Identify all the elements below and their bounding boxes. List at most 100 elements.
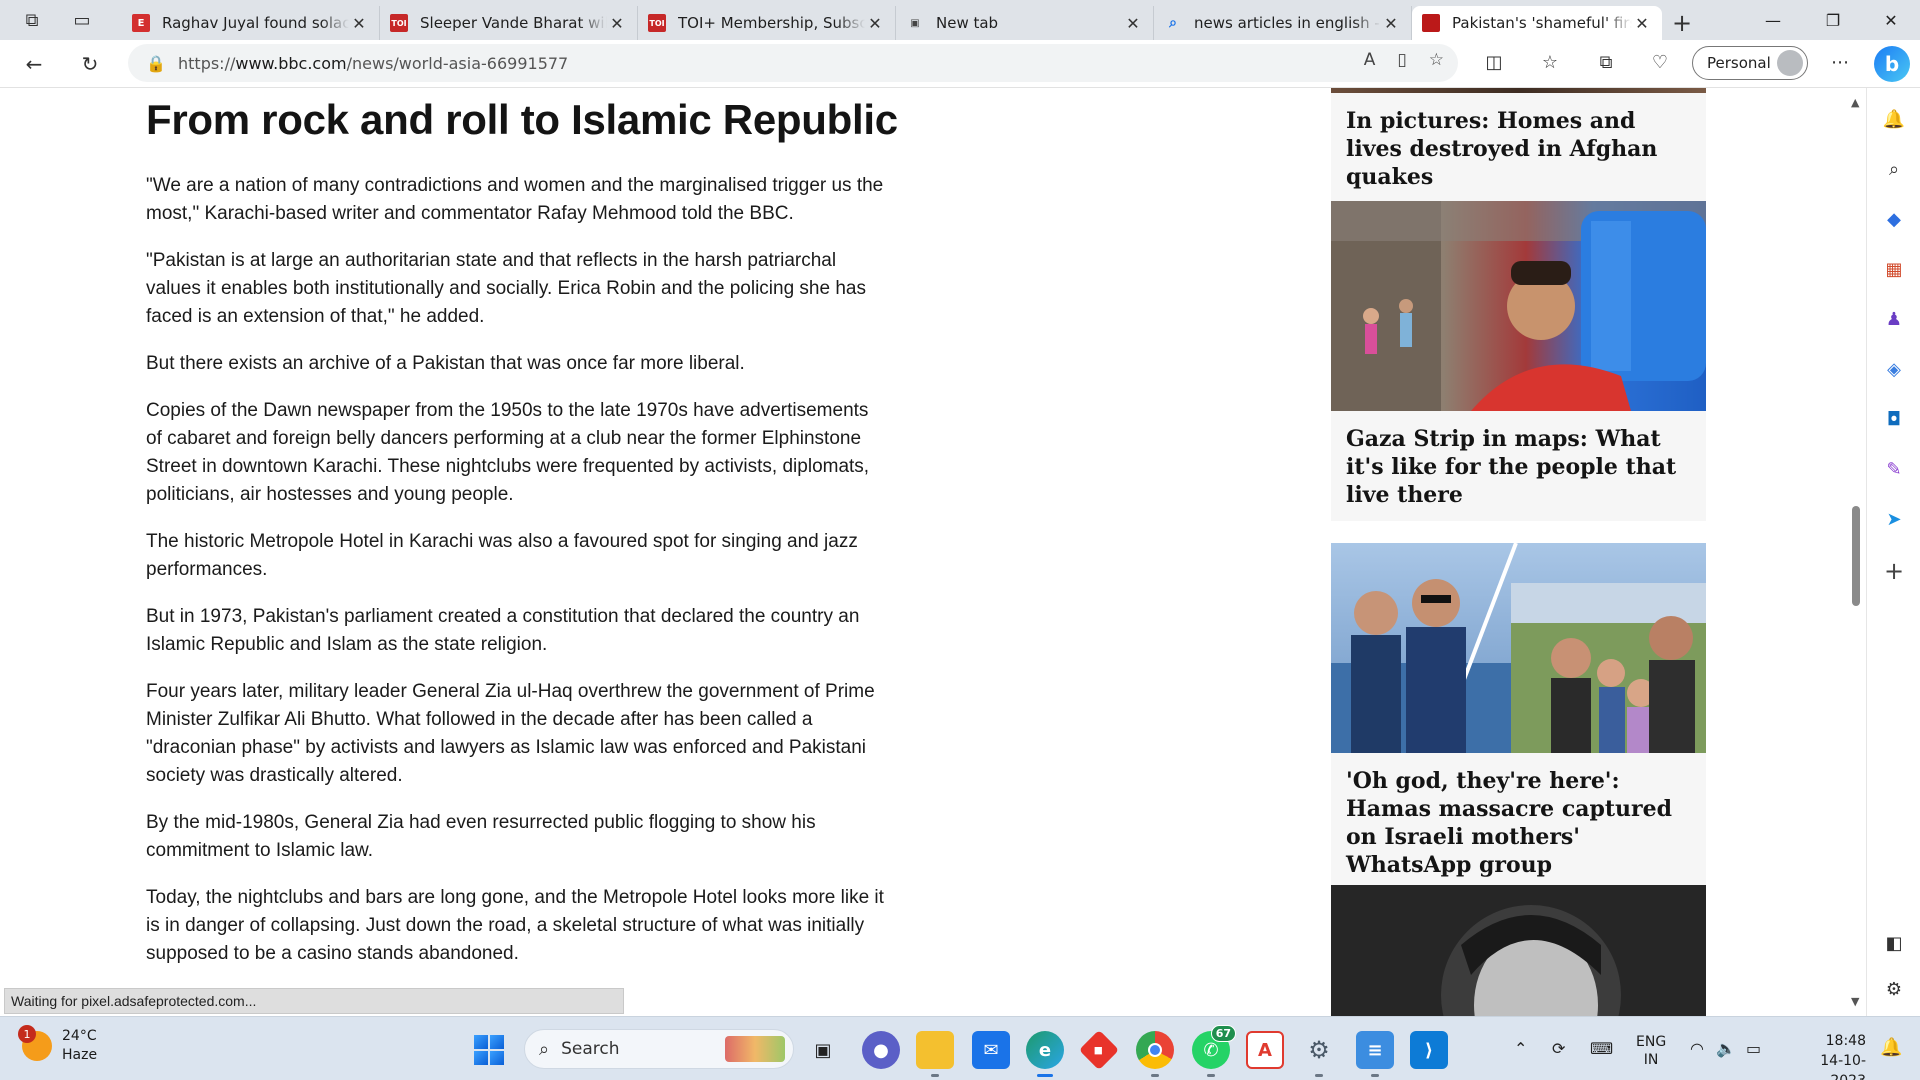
microsoft-365-icon[interactable]: ◈	[1877, 352, 1911, 386]
search-icon: ⌕	[1169, 15, 1177, 31]
status-bar: Waiting for pixel.adsafeprotected.com...	[4, 988, 624, 1014]
tab-search[interactable]: ⌕ news articles in english - Search ✕	[1154, 6, 1412, 40]
shopping-tag-icon[interactable]: ◆	[1877, 202, 1911, 236]
notifications-bell-icon[interactable]: 🔔	[1877, 102, 1911, 136]
close-icon[interactable]: ✕	[1632, 14, 1652, 33]
file-explorer-icon[interactable]	[916, 1031, 954, 1077]
weather-widget[interactable]: 1 24°C Haze	[18, 1025, 97, 1065]
drop-send-icon[interactable]: ➤	[1877, 502, 1911, 536]
vscode-icon[interactable]: ⟩	[1410, 1031, 1448, 1069]
favorites-icon[interactable]: ☆	[1532, 44, 1568, 80]
tab-favicon: TOI	[390, 14, 408, 32]
sync-icon[interactable]: ⟳	[1552, 1039, 1565, 1058]
close-icon[interactable]: ✕	[1123, 14, 1143, 33]
show-hidden-icons-chevron-icon[interactable]: ⌃	[1514, 1039, 1527, 1058]
close-icon[interactable]: ✕	[865, 14, 885, 33]
whatsapp-icon[interactable]: ✆ 67	[1192, 1025, 1236, 1077]
teams-chat-icon[interactable]: ●	[862, 1031, 900, 1069]
task-view-icon[interactable]: ▣	[804, 1031, 842, 1069]
families-selfie-image	[1331, 543, 1706, 753]
story-card-portrait[interactable]	[1331, 885, 1706, 1016]
tab-bbc-pakistan[interactable]: Pakistan's 'shameful' first M... ✕	[1412, 6, 1662, 40]
back-arrow-icon[interactable]: ←	[14, 44, 54, 84]
story-card-whatsapp[interactable]: 'Oh god, they're here': Hamas massacre c…	[1331, 543, 1706, 891]
collections-icon[interactable]: ⧉	[1588, 44, 1624, 80]
tab-title: TOI+ Membership, Subscription	[678, 14, 865, 32]
designer-icon[interactable]: ✎	[1877, 452, 1911, 486]
tab-raghav[interactable]: E Raghav Juyal found solace in... ✕	[122, 6, 380, 40]
settings-gear-icon[interactable]: ⚙	[1300, 1031, 1338, 1077]
scrollbar-thumb[interactable]	[1852, 506, 1860, 606]
page-scrollbar[interactable]: ▲ ▼	[1846, 92, 1866, 1012]
minimize-button[interactable]: —	[1744, 0, 1802, 40]
search-highlight-image	[725, 1036, 785, 1062]
games-icon[interactable]: ♟	[1877, 302, 1911, 336]
notification-center-icon[interactable]: 🔔	[1880, 1037, 1902, 1058]
scroll-up-icon[interactable]: ▲	[1851, 96, 1859, 109]
story-card-afghan-quakes[interactable]: In pictures: Homes and lives destroyed i…	[1331, 88, 1706, 203]
close-icon[interactable]: ✕	[1381, 14, 1401, 33]
search-icon: ⌕	[539, 1038, 550, 1060]
search-icon[interactable]: ⌕	[1877, 152, 1911, 186]
story-card-gaza-maps[interactable]: Gaza Strip in maps: What it's like for t…	[1331, 201, 1706, 521]
bbc-favicon-icon	[1422, 14, 1440, 32]
windows-taskbar: 1 24°C Haze ⌕ Search ▣ ● ✉ e ◆ ✆ 67 A ⚙ ≡…	[0, 1016, 1920, 1080]
notepad-icon[interactable]: ≡	[1356, 1031, 1394, 1077]
keyboard-icon[interactable]: ⌨	[1590, 1039, 1613, 1058]
close-icon[interactable]: ✕	[607, 14, 627, 33]
wifi-icon[interactable]: ◠	[1690, 1039, 1704, 1058]
tab-toi-membership[interactable]: TOI TOI+ Membership, Subscription ✕	[638, 6, 896, 40]
clock-time: 18:48	[1825, 1033, 1866, 1049]
taskbar-search-box[interactable]: ⌕ Search	[524, 1029, 794, 1069]
chrome-icon[interactable]	[1136, 1031, 1174, 1077]
workspaces-icon[interactable]: ⧉	[14, 2, 50, 38]
tab-new-tab[interactable]: ▣ New tab ✕	[896, 6, 1154, 40]
tab-favicon: ▣	[910, 17, 920, 29]
sidebar-settings-gear-icon[interactable]: ⚙	[1877, 972, 1911, 1006]
tab-favicon: E	[132, 14, 150, 32]
hide-sidebar-icon[interactable]: ◧	[1877, 926, 1911, 960]
article-paragraph: The historic Metropole Hotel in Karachi …	[146, 531, 858, 580]
favorite-star-icon[interactable]: ☆	[1429, 50, 1444, 70]
outlook-icon[interactable]: ◘	[1877, 402, 1911, 436]
system-clock[interactable]: 18:48 14-10-2023	[1786, 1031, 1866, 1080]
battery-icon[interactable]: ▭	[1746, 1039, 1761, 1058]
split-screen-icon[interactable]: ◫	[1476, 44, 1512, 80]
black-and-white-portrait-image	[1331, 885, 1706, 1016]
article-paragraph: Copies of the Dawn newspaper from the 19…	[146, 400, 870, 505]
windows-start-icon[interactable]	[474, 1035, 504, 1065]
maximize-button[interactable]: ❐	[1804, 0, 1862, 40]
edge-sidebar: 🔔 ⌕ ◆ ▦ ♟ ◈ ◘ ✎ ➤ + ◧ ⚙	[1866, 88, 1920, 1016]
tab-title: Sleeper Vande Bharat will cut...	[420, 14, 607, 32]
new-tab-button[interactable]: +	[1662, 6, 1702, 40]
more-options-icon[interactable]: ⋯	[1822, 44, 1858, 80]
volume-icon[interactable]: 🔈	[1716, 1039, 1736, 1058]
immersive-reader-icon[interactable]: ▯	[1397, 50, 1406, 70]
mail-icon[interactable]: ✉	[972, 1031, 1010, 1069]
tab-vande-bharat[interactable]: TOI Sleeper Vande Bharat will cut... ✕	[380, 6, 638, 40]
window-close-button[interactable]: ✕	[1862, 0, 1920, 40]
article-body: "We are a nation of many contradictions …	[146, 172, 886, 987]
tab-actions-icon[interactable]: ▭	[64, 2, 100, 38]
edge-browser-icon[interactable]: e	[1026, 1031, 1064, 1077]
address-bar[interactable]: 🔒 https://www.bbc.com/news/world-asia-66…	[128, 44, 1458, 82]
acrobat-icon[interactable]: A	[1246, 1031, 1284, 1069]
profile-button[interactable]: Personal	[1692, 46, 1808, 80]
read-aloud-icon[interactable]: A	[1364, 50, 1376, 70]
add-sidebar-app-icon[interactable]: +	[1877, 554, 1911, 588]
git-app-icon[interactable]: ◆	[1078, 1029, 1120, 1071]
article-paragraph: "We are a nation of many contradictions …	[146, 175, 884, 224]
story-card-title[interactable]: In pictures: Homes and lives destroyed i…	[1331, 93, 1706, 203]
story-card-title[interactable]: Gaza Strip in maps: What it's like for t…	[1331, 411, 1706, 521]
browser-essentials-icon[interactable]: ♡	[1642, 44, 1678, 80]
lock-icon[interactable]: 🔒	[146, 54, 166, 73]
refresh-icon[interactable]: ↻	[70, 44, 110, 84]
copilot-icon[interactable]: b	[1874, 46, 1910, 82]
article-headline: From rock and roll to Islamic Republic	[146, 96, 898, 143]
story-card-title[interactable]: 'Oh god, they're here': Hamas massacre c…	[1331, 753, 1706, 891]
tools-briefcase-icon[interactable]: ▦	[1877, 252, 1911, 286]
scroll-down-icon[interactable]: ▼	[1851, 995, 1859, 1008]
story-image	[1331, 543, 1706, 753]
language-indicator[interactable]: ENG IN	[1636, 1033, 1666, 1069]
close-icon[interactable]: ✕	[349, 14, 369, 33]
